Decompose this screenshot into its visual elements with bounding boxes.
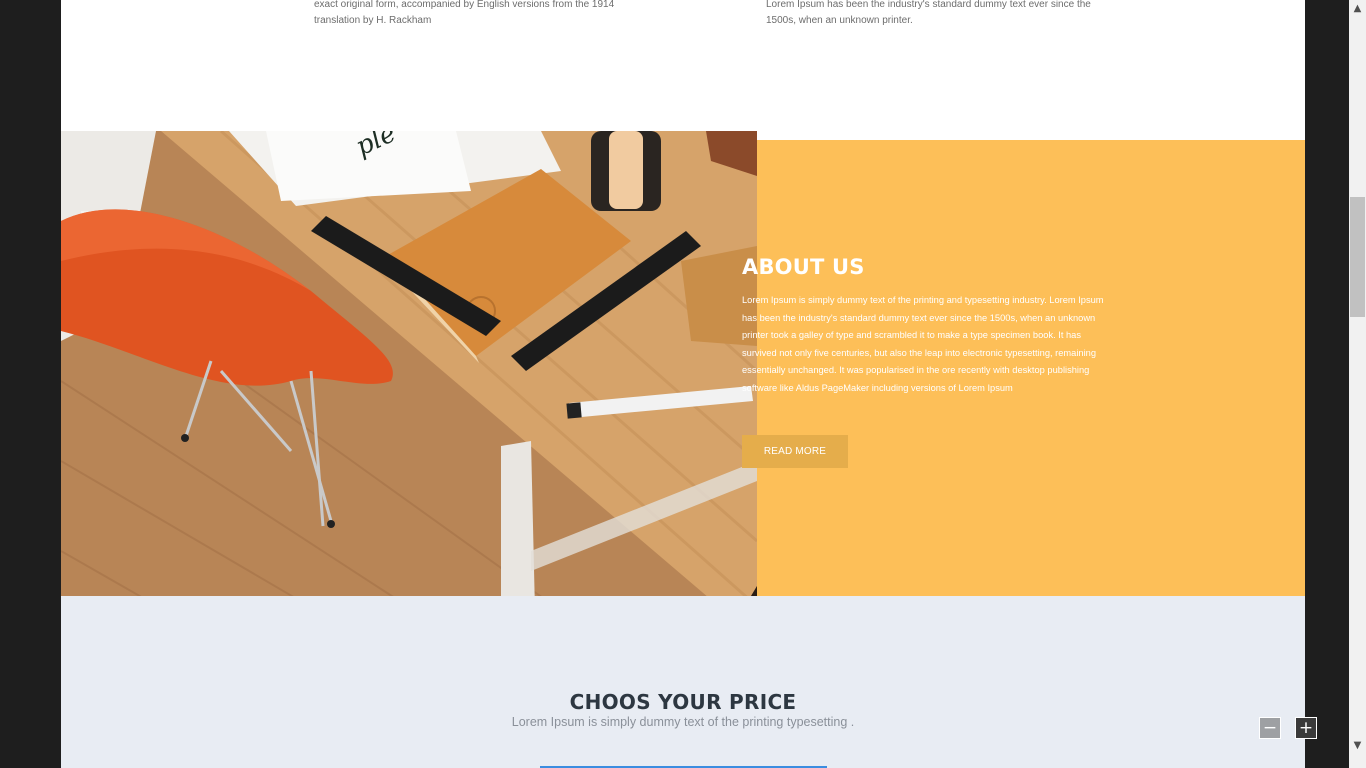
read-more-button[interactable]: READ MORE (742, 435, 848, 468)
features-columns-section: exact original form, accompanied by Engl… (61, 0, 1305, 132)
about-us-content: ABOUT US Lorem Ipsum is simply dummy tex… (742, 252, 1114, 468)
minus-icon: − (1262, 718, 1278, 738)
plus-icon: + (1298, 718, 1314, 738)
pricing-subtitle: Lorem Ipsum is simply dummy text of the … (511, 715, 855, 729)
about-us-description: Lorem Ipsum is simply dummy text of the … (742, 295, 1104, 393)
page-frame: exact original form, accompanied by Engl… (61, 0, 1305, 768)
scroll-down-arrow-icon[interactable]: ▼ (1349, 737, 1366, 754)
pricing-section: CHOOS YOUR PRICE Lorem Ipsum is simply d… (61, 596, 1305, 768)
scroll-up-arrow-icon[interactable]: ▲ (1349, 0, 1366, 17)
vertical-scrollbar[interactable]: ▲ ▼ (1349, 0, 1366, 768)
about-us-title: ABOUT US (742, 255, 865, 279)
zoom-out-button[interactable]: − (1259, 717, 1281, 739)
pricing-title: CHOOS YOUR PRICE (569, 690, 797, 714)
feature-column-text-left: exact original form, accompanied by Engl… (314, 0, 615, 26)
feature-column-text-right: Lorem Ipsum has been the industry's stan… (766, 0, 1091, 26)
zoom-in-button[interactable]: + (1295, 717, 1317, 739)
about-us-photo: ple (61, 131, 757, 654)
scrollbar-thumb[interactable] (1350, 197, 1365, 317)
